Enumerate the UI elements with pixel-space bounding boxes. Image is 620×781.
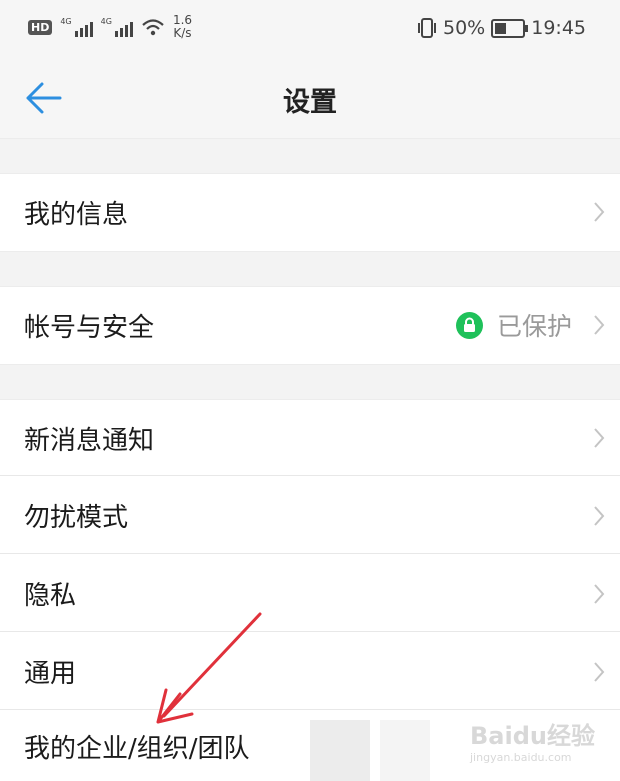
chevron-right-icon: [594, 661, 605, 682]
blur-patch: [380, 720, 430, 781]
row-label: 我的信息: [24, 199, 129, 230]
chevron-right-icon: [594, 428, 605, 448]
settings-row-do-not-disturb[interactable]: 勿扰模式: [0, 477, 620, 554]
settings-row-account-security[interactable]: 帐号与安全 已保护: [0, 287, 620, 363]
title-bar: 设置: [0, 58, 620, 138]
settings-row-my-info[interactable]: 我的信息: [0, 174, 620, 250]
status-right: 50% 19:45: [417, 17, 586, 39]
account-status-text: 已保护: [496, 312, 572, 341]
battery-icon: [491, 18, 529, 38]
chevron-right-icon: [594, 202, 605, 222]
network-speed: 1.6 K/s: [172, 13, 193, 40]
signal-sim1-icon: 4G: [60, 17, 93, 37]
section-gap: [0, 138, 620, 174]
status-left: HD 4G 4G 1.6 K/s: [28, 14, 192, 40]
signal-sim2-icon: 4G: [101, 17, 133, 37]
settings-row-privacy[interactable]: 隐私: [0, 555, 620, 632]
chevron-right-icon: [594, 315, 605, 335]
row-label: 通用: [24, 659, 77, 689]
chevron-right-icon: [594, 583, 605, 604]
hd-badge: HD: [28, 19, 53, 35]
settings-row-notifications[interactable]: 新消息通知: [0, 400, 620, 476]
blur-patch: [310, 720, 370, 781]
lock-icon: [455, 311, 483, 339]
row-label: 帐号与安全: [24, 312, 155, 343]
page-title: 设置: [283, 87, 337, 118]
settings-row-general[interactable]: 通用: [0, 633, 620, 710]
status-bar: HD 4G 4G 1.6 K/s 50% 19:45: [0, 0, 620, 58]
chevron-right-icon: [594, 505, 605, 526]
row-label: 隐私: [24, 581, 77, 611]
section-gap: [0, 364, 620, 400]
row-label: 新消息通知: [24, 425, 155, 456]
account-status: 已保护: [455, 287, 572, 363]
battery-percent: 50%: [443, 17, 486, 39]
watermark: Baidu经验 jingyan.baidu.com: [470, 722, 595, 764]
clock: 19:45: [531, 17, 586, 39]
vibrate-icon: [418, 18, 436, 38]
annotation-arrow-icon: [156, 612, 262, 724]
row-label: 勿扰模式: [24, 503, 129, 533]
wifi-icon: [142, 19, 164, 36]
section-gap: [0, 251, 620, 287]
